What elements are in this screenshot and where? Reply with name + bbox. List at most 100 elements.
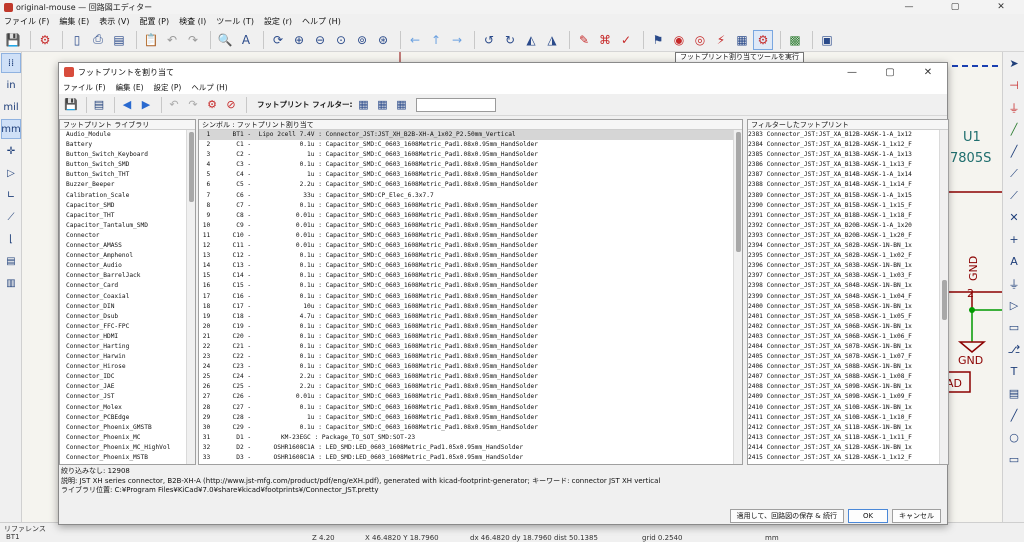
footprint-list-item[interactable]: 2383 Connector_JST:JST_XA_B12B-XASK-1-A_… <box>748 130 948 140</box>
symbol-row[interactable]: 12 C11 - 0.01u : Capacitor_SMD:C_0603_16… <box>199 241 742 251</box>
add-rectangle-icon[interactable]: ▭ <box>1005 450 1023 469</box>
redo-icon[interactable]: ↷ <box>184 31 202 49</box>
symbol-row[interactable]: 1 BT1 - Lipo 2cell 7.4V : Connector_JST:… <box>199 130 742 141</box>
library-scrollbar[interactable] <box>186 130 195 464</box>
symbol-row[interactable]: 31 D1 - KM-23EGC : Package_TO_SOT_SMD:SO… <box>199 433 742 443</box>
dialog-save-icon[interactable]: 💾 <box>63 97 79 113</box>
footprint-list-item[interactable]: 2406 Connector_JST:JST_XA_S08B-XASK-1N-B… <box>748 362 948 372</box>
symbol-fields-icon[interactable]: ◉ <box>670 31 688 49</box>
line-mode-45-icon[interactable]: ⟋ <box>2 208 20 226</box>
library-list-item[interactable]: Connector_Molex <box>60 403 195 413</box>
symbol-row[interactable]: 24 C23 - 0.1u : Capacitor_SMD:C_0603_160… <box>199 362 742 372</box>
footprint-list-item[interactable]: 2388 Connector_JST:JST_XA_B14B-XASK-1_1x… <box>748 180 948 190</box>
footprint-list-item[interactable]: 2405 Connector_JST:JST_XA_S07B-XASK-1_1x… <box>748 352 948 362</box>
library-list-item[interactable]: Buzzer_Beeper <box>60 180 195 190</box>
units-mm-button[interactable]: mm <box>1 119 21 139</box>
add-text-icon[interactable]: T <box>1005 362 1023 381</box>
symbol-row[interactable]: 8 C7 - 0.1u : Capacitor_SMD:C_0603_1608M… <box>199 201 742 211</box>
menu-file[interactable]: ファイル (F) <box>4 16 49 27</box>
library-list-item[interactable]: Button_Switch_SMD <box>60 160 195 170</box>
menu-help[interactable]: ヘルプ (H) <box>302 16 341 27</box>
net-label-icon[interactable]: A <box>1005 252 1023 271</box>
library-list-item[interactable]: Connector_Coaxial <box>60 292 195 302</box>
dialog-undo-icon[interactable]: ↶ <box>166 97 182 113</box>
units-mil-button[interactable]: mil <box>2 98 20 116</box>
mirror-v-icon[interactable]: ◮ <box>543 31 561 49</box>
library-list-item[interactable]: Connector_Amphenol <box>60 251 195 261</box>
hierarchy-nav-icon[interactable]: ▤ <box>2 252 20 270</box>
zoom-fit-icon[interactable]: ⊙ <box>332 31 350 49</box>
library-list-item[interactable]: Connector_HDMI <box>60 332 195 342</box>
junction-icon[interactable]: + <box>1005 230 1023 249</box>
save-icon[interactable]: 💾 <box>4 31 22 49</box>
filter-by-keywords-icon[interactable]: ▦ <box>355 97 371 113</box>
footprint-list-item[interactable]: 2414 Connector_JST:JST_XA_S12B-XASK-1N-B… <box>748 443 948 453</box>
next-unassigned-icon[interactable]: ▶ <box>138 97 154 113</box>
zoom-out-icon[interactable]: ⊖ <box>311 31 329 49</box>
filtered-footprint-list[interactable]: フィルターしたフットプリント 2383 Connector_JST:JST_XA… <box>747 119 949 465</box>
filter-text-input[interactable] <box>416 97 497 112</box>
library-list-item[interactable]: Connector_PCBEdge <box>60 413 195 423</box>
paste-icon[interactable]: 📋 <box>142 31 160 49</box>
bom-icon[interactable]: ◎ <box>691 31 709 49</box>
plot-icon[interactable]: ▤ <box>110 31 128 49</box>
refresh-icon[interactable]: ⟳ <box>269 31 287 49</box>
symbol-row[interactable]: 26 C25 - 2.2u : Capacitor_SMD:C_0603_160… <box>199 382 742 392</box>
ok-button[interactable]: OK <box>848 509 888 523</box>
symbol-row[interactable]: 28 C27 - 0.1u : Capacitor_SMD:C_0603_160… <box>199 403 742 413</box>
menu-view[interactable]: 表示 (V) <box>99 16 129 27</box>
footprint-list-item[interactable]: 2403 Connector_JST:JST_XA_S06B-XASK-1_1x… <box>748 332 948 342</box>
footprint-list-item[interactable]: 2407 Connector_JST:JST_XA_S08B-XASK-1_1x… <box>748 372 948 382</box>
select-arrow-icon[interactable]: ➤ <box>1005 54 1023 73</box>
menu-place[interactable]: 配置 (P) <box>140 16 170 27</box>
dialog-maximize-button[interactable]: ▢ <box>871 67 909 78</box>
symbol-row[interactable]: 3 C2 - 1u : Capacitor_SMD:C_0603_1608Met… <box>199 150 742 160</box>
library-list-item[interactable]: Connector_Harwin <box>60 352 195 362</box>
footprint-list-item[interactable]: 2410 Connector_JST:JST_XA_S10B-XASK-1N-B… <box>748 403 948 413</box>
auto-associate-icon[interactable]: ⚙ <box>204 97 220 113</box>
footprint-list-item[interactable]: 2387 Connector_JST:JST_XA_B14B-XASK-1-A_… <box>748 170 948 180</box>
footprint-scrollbar[interactable] <box>939 130 948 464</box>
symbol-row[interactable]: 23 C22 - 0.1u : Capacitor_SMD:C_0603_160… <box>199 352 742 362</box>
footprint-list-item[interactable]: 2396 Connector_JST:JST_XA_S03B-XASK-1N-B… <box>748 261 948 271</box>
library-list-item[interactable]: Connector <box>60 231 195 241</box>
apply-save-continue-button[interactable]: 適用して、回路図の保存 & 続行 <box>729 509 844 523</box>
library-list-item[interactable]: Connector_Dsub <box>60 312 195 322</box>
dialog-menu-help[interactable]: ヘルプ (H) <box>191 82 227 93</box>
filter-by-library-icon[interactable]: ▦ <box>393 97 409 113</box>
no-connect-icon[interactable]: ✕ <box>1005 208 1023 227</box>
library-list-item[interactable]: Button_Switch_Keyboard <box>60 150 195 160</box>
annotate-icon[interactable]: ✓ <box>617 31 635 49</box>
footprint-list-item[interactable]: 2395 Connector_JST:JST_XA_S02B-XASK-1_1x… <box>748 251 948 261</box>
symbol-row[interactable]: 14 C13 - 0.1u : Capacitor_SMD:C_0603_160… <box>199 261 742 271</box>
footprint-list-item[interactable]: 2391 Connector_JST:JST_XA_B18B-XASK-1_1x… <box>748 211 948 221</box>
symbol-row[interactable]: 30 C29 - 0.1u : Capacitor_SMD:C_0603_160… <box>199 423 742 433</box>
units-inch-button[interactable]: in <box>2 76 20 94</box>
symbol-row[interactable]: 33 D3 - OSHR1608C1A : LED_SMD:LED_0603_1… <box>199 453 742 463</box>
library-list-item[interactable]: Connector_Phoenix_MSTB <box>60 453 195 463</box>
wire-to-bus-icon[interactable]: ⟋ <box>1005 164 1023 183</box>
symbol-row[interactable]: 20 C19 - 0.1u : Capacitor_SMD:C_0603_160… <box>199 322 742 332</box>
footprint-list-item[interactable]: 2390 Connector_JST:JST_XA_B15B-XASK-1_1x… <box>748 201 948 211</box>
footprint-list-item[interactable]: 2385 Connector_JST:JST_XA_B13B-XASK-1-A_… <box>748 150 948 160</box>
footprint-list-item[interactable]: 2408 Connector_JST:JST_XA_S09B-XASK-1N-B… <box>748 382 948 392</box>
menu-edit[interactable]: 編集 (E) <box>59 16 89 27</box>
symbol-row[interactable]: 18 C17 - 10u : Capacitor_SMD:C_0603_1608… <box>199 302 742 312</box>
hier-sheet-icon[interactable]: ▭ <box>1005 318 1023 337</box>
symbol-row[interactable]: 19 C18 - 4.7u : Capacitor_SMD:C_0603_160… <box>199 312 742 322</box>
symbol-row[interactable]: 27 C26 - 0.01u : Capacitor_SMD:C_0603_16… <box>199 392 742 402</box>
footprint-list-item[interactable]: 2411 Connector_JST:JST_XA_S10B-XASK-1_1x… <box>748 413 948 423</box>
symbol-row[interactable]: 10 C9 - 0.01u : Capacitor_SMD:C_0603_160… <box>199 221 742 231</box>
symbol-row[interactable]: 25 C24 - 2.2u : Capacitor_SMD:C_0603_160… <box>199 372 742 382</box>
symbol-row[interactable]: 22 C21 - 0.1u : Capacitor_SMD:C_0603_160… <box>199 342 742 352</box>
symbol-row[interactable]: 6 C5 - 2.2u : Capacitor_SMD:C_0603_1608M… <box>199 180 742 190</box>
library-list-item[interactable]: Connector_Card <box>60 281 195 291</box>
symbol-row[interactable]: 13 C12 - 0.1u : Capacitor_SMD:C_0603_160… <box>199 251 742 261</box>
library-list-item[interactable]: Connector_Phoenix_MC <box>60 433 195 443</box>
find-replace-icon[interactable]: A <box>237 31 255 49</box>
footprint-list-item[interactable]: 2415 Connector_JST:JST_XA_S12B-XASK-1_1x… <box>748 453 948 463</box>
add-symbol-icon[interactable]: ⊣ <box>1005 76 1023 95</box>
add-wire-icon[interactable]: ╱ <box>1005 120 1023 139</box>
maximize-button[interactable]: ▢ <box>932 0 978 14</box>
scripting-console-icon[interactable]: ▣ <box>818 31 836 49</box>
